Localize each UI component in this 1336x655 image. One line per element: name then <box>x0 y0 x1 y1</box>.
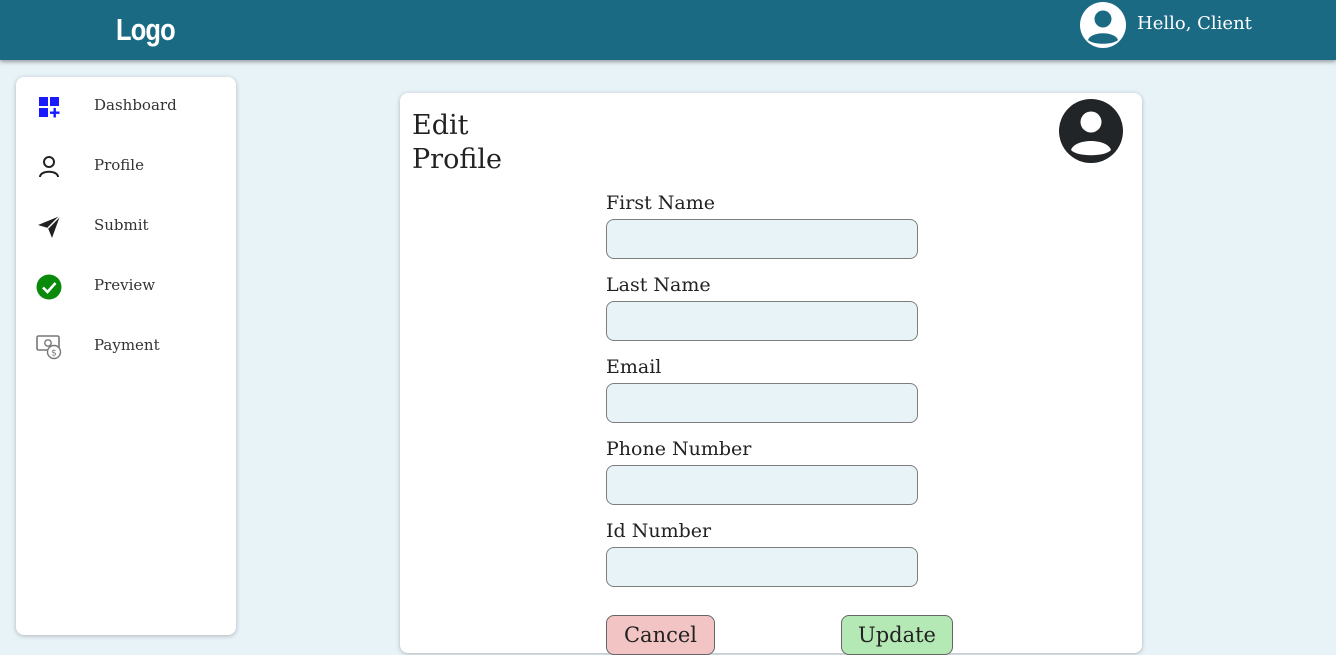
id-number-field[interactable] <box>606 547 918 587</box>
sidebar-item-label: Profile <box>94 156 144 174</box>
id-number-label: Id Number <box>606 520 712 542</box>
top-header: Logo Hello, Client <box>0 0 1336 60</box>
email-label: Email <box>606 356 662 378</box>
edit-profile-card: Edit Profile First Name Last Name Email … <box>400 93 1142 655</box>
last-name-label: Last Name <box>606 274 711 296</box>
sidebar-item-preview[interactable]: Preview <box>16 265 236 309</box>
check-circle-icon <box>36 274 62 300</box>
last-name-field[interactable] <box>606 301 918 341</box>
page-title: Edit Profile <box>412 109 532 177</box>
account-circle-icon[interactable] <box>1059 99 1123 163</box>
update-button[interactable]: Update <box>841 615 953 655</box>
sidebar-item-dashboard[interactable]: Dashboard <box>16 85 236 129</box>
first-name-label: First Name <box>606 192 715 214</box>
dashboard-add-icon <box>36 94 62 120</box>
email-field[interactable] <box>606 383 918 423</box>
account-circle-icon[interactable] <box>1080 2 1126 48</box>
cancel-button[interactable]: Cancel <box>606 615 715 655</box>
first-name-field[interactable] <box>606 219 918 259</box>
sidebar: Dashboard Profile Submit Preview $ Payme… <box>16 77 236 635</box>
send-icon <box>36 214 62 240</box>
logo[interactable]: Logo <box>116 12 176 48</box>
person-outline-icon <box>36 154 62 180</box>
page-title-line1: Edit <box>412 110 469 141</box>
sidebar-item-payment[interactable]: $ Payment <box>16 325 236 369</box>
phone-number-field[interactable] <box>606 465 918 505</box>
sidebar-item-label: Preview <box>94 276 156 294</box>
phone-number-label: Phone Number <box>606 438 752 460</box>
sidebar-item-profile[interactable]: Profile <box>16 145 236 189</box>
money-icon: $ <box>36 334 62 360</box>
svg-text:$: $ <box>51 349 57 359</box>
greeting-text: Hello, Client <box>1137 13 1252 34</box>
page-title-line2: Profile <box>412 144 502 175</box>
sidebar-item-label: Dashboard <box>94 96 177 114</box>
sidebar-item-label: Payment <box>94 336 160 354</box>
sidebar-item-submit[interactable]: Submit <box>16 205 236 249</box>
sidebar-item-label: Submit <box>94 216 149 234</box>
